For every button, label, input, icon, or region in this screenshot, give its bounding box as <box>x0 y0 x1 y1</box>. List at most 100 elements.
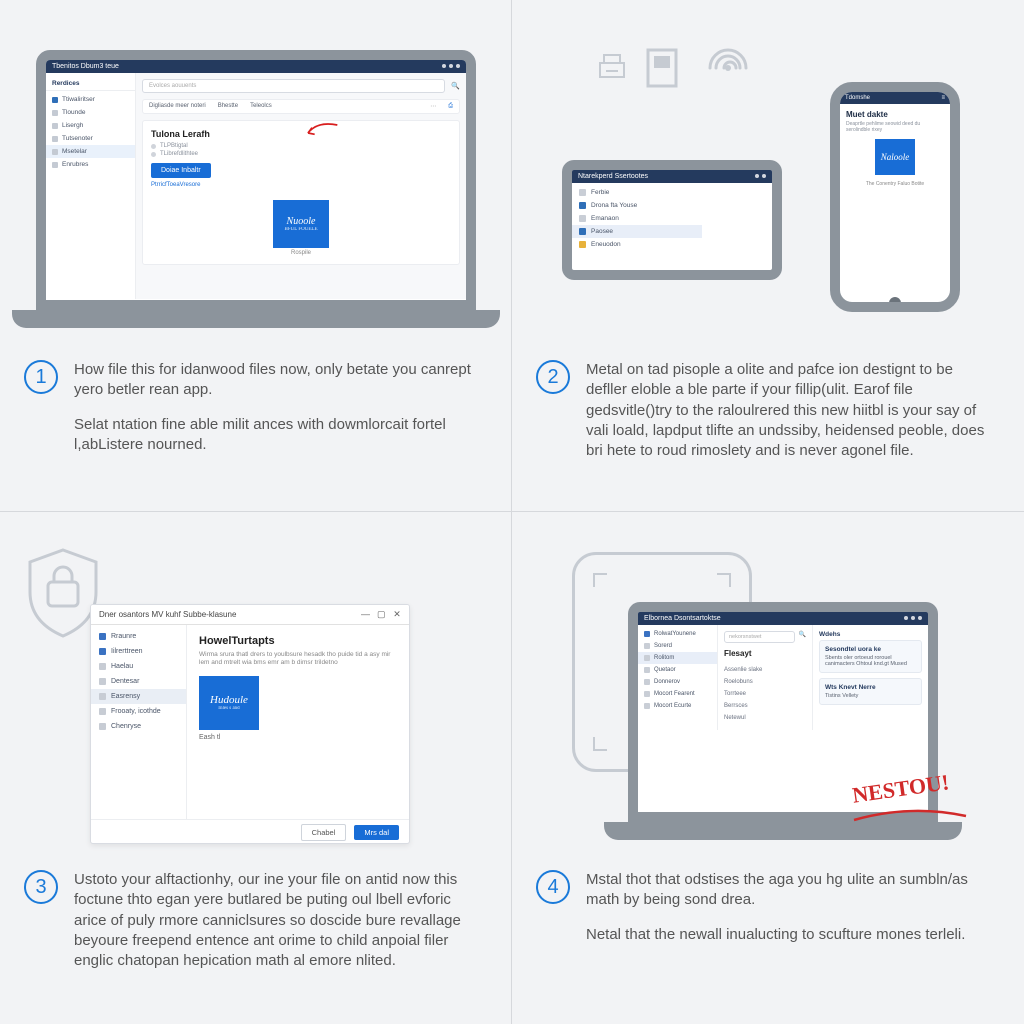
panel-2: Ntarekperd Ssertootes Ferbie Drona fta Y… <box>512 0 1024 512</box>
sidebar-item[interactable]: Tutsenoter <box>46 132 135 145</box>
list-item[interactable]: Emanaon <box>572 212 702 225</box>
logo-caption: Rospile <box>151 250 451 256</box>
mid-title: Flesayt <box>724 649 806 658</box>
mid-panel: nekorsnstwet 🔍 Flesayt Assenlie slake Ro… <box>718 625 813 730</box>
nav-item[interactable]: Chenryse <box>91 719 186 734</box>
sidebar-item[interactable]: Enrubres <box>46 158 135 171</box>
window-controls[interactable] <box>439 63 460 70</box>
option[interactable]: Assenlie slake <box>724 664 806 676</box>
app-titlebar: Ntarekperd Ssertootes <box>572 170 772 183</box>
panel-4: Elbornea Dsontsartoktse RolwatYounene So… <box>512 512 1024 1024</box>
toolbar-more[interactable]: ⋯ <box>430 103 436 110</box>
option[interactable]: Torrteee <box>724 688 806 700</box>
sidebar-item[interactable]: RolwatYounene <box>638 628 717 640</box>
sidebar-item[interactable]: Ttiwaliritser <box>46 93 135 106</box>
laptop-base <box>12 310 500 328</box>
meta-line: TLPBtigtal <box>151 143 451 149</box>
right-panel: Wdehs Sesondtel uora ke Sbents oler orto… <box>813 625 928 730</box>
thumb-caption: Eash tl <box>199 734 397 741</box>
sidebar-header: Rerdices <box>46 77 135 91</box>
phone-logo: Naloole <box>875 139 915 175</box>
dialog-titlebar: Dner osantors MV kuhf Subbe-klasune —▢✕ <box>91 605 409 625</box>
link[interactable]: PtrricfToeaVresore <box>151 182 451 188</box>
meta-line: TLibrefdlithtee <box>151 151 451 157</box>
toolbar: Digliasde meer noteri Bhestte Teleolcs ⋯… <box>142 99 460 114</box>
cancel-button[interactable]: Chabel <box>301 824 347 841</box>
step-text: Mstal thot that odstises the aga you hg … <box>586 870 996 959</box>
toolbar-item[interactable]: Digliasde meer noteri <box>149 103 206 110</box>
nav-item[interactable]: Frooaty, icothde <box>91 704 186 719</box>
step-number: 4 <box>536 870 570 904</box>
list-item[interactable]: Ferbie <box>572 186 702 199</box>
app-title: Tbenitos Dbum3 teue <box>52 63 119 70</box>
dialog-heading: HowelTurtapts <box>199 635 397 647</box>
step-number: 3 <box>24 870 58 904</box>
file-icon <box>642 44 690 92</box>
primary-button[interactable]: Doiae Inbaltr <box>151 163 211 178</box>
list-item[interactable]: Eneuodon <box>572 238 702 251</box>
right-title: Wdehs <box>819 631 922 638</box>
panel-3: Dner osantors MV kuhf Subbe-klasune —▢✕ … <box>0 512 512 1024</box>
printer-icon <box>592 51 632 85</box>
search-icon[interactable]: 🔍 <box>451 82 460 90</box>
dialog-nav: Rraunre Iilrerttreen Haelau Dentesar Eas… <box>91 625 187 819</box>
step-text: Metal on tad pisople a olite and pafce i… <box>586 360 996 475</box>
dialog-thumbnail: HudouleInles s and <box>199 676 259 730</box>
nav-item[interactable]: Rraunre <box>91 629 186 644</box>
sidebar-item[interactable]: Msetelar <box>46 145 135 158</box>
sidebar-item[interactable]: Mocort Fearent <box>638 688 717 700</box>
sidebar-item[interactable]: Lisergh <box>46 119 135 132</box>
ok-button[interactable]: Mrs dal <box>354 825 399 840</box>
sidebar-item[interactable]: Donnerov <box>638 676 717 688</box>
list-item[interactable]: Paosee <box>572 225 702 238</box>
search-icon[interactable]: 🔍 <box>799 631 806 643</box>
option[interactable]: Berrsces <box>724 700 806 712</box>
info-card: Sesondtel uora ke Sbents oler ortoeud ro… <box>819 640 922 673</box>
decorative-icons <box>592 40 756 96</box>
dialog: Dner osantors MV kuhf Subbe-klasune —▢✕ … <box>90 604 410 844</box>
nav-item[interactable]: Dentesar <box>91 674 186 689</box>
phone-frame: Tdomshe ≡ Muet dakte Deaprtle pehlime se… <box>830 82 960 312</box>
sidebar-item[interactable]: Quetaor <box>638 664 717 676</box>
search-input[interactable]: Evolces aouuents <box>142 79 445 93</box>
dialog-footer: Chabel Mrs dal <box>91 819 409 844</box>
main-area: Evolces aouuents 🔍 Digliasde meer noteri… <box>136 73 466 299</box>
logo-tile: NuooleBFUL FOUELE <box>273 200 329 248</box>
dialog-main: HowelTurtapts Wirma srura thatl drers to… <box>187 625 409 819</box>
menu-icon[interactable]: ≡ <box>941 95 945 101</box>
sidebar-item[interactable]: Rolitom <box>638 652 717 664</box>
panel-1: Tbenitos Dbum3 teue Rerdices Ttiwalirits… <box>0 0 512 512</box>
toolbar-item[interactable]: Bhestte <box>218 103 238 110</box>
sidebar: Rerdices Ttiwaliritser Tlounde Lisergh T… <box>46 73 136 299</box>
nav-item[interactable]: Haelau <box>91 659 186 674</box>
option[interactable]: Roelobuns <box>724 676 806 688</box>
toolbar-item[interactable]: Teleolcs <box>250 103 272 110</box>
sidebar-item[interactable]: Tlounde <box>46 106 135 119</box>
nav-item[interactable]: Iilrerttreen <box>91 644 186 659</box>
info-card: Wts Knevt Nerre Tistins Vellety <box>819 678 922 705</box>
toolbar-action-icon[interactable]: ⎙ <box>448 103 453 110</box>
window-controls[interactable] <box>901 615 922 622</box>
sidebar-item[interactable]: Sorerd <box>638 640 717 652</box>
sidebar-item[interactable]: Mocort Ecurte <box>638 700 717 712</box>
phone-heading: Muet dakte <box>846 110 944 119</box>
search-input[interactable]: nekorsnstwet <box>724 631 795 643</box>
step-number: 2 <box>536 360 570 394</box>
underline-annotation <box>850 806 970 836</box>
tablet-frame: Ntarekperd Ssertootes Ferbie Drona fta Y… <box>562 160 782 280</box>
app-titlebar: Tbenitos Dbum3 teue <box>46 60 466 73</box>
dialog-title: Dner osantors MV kuhf Subbe-klasune <box>99 610 236 619</box>
window-controls[interactable]: —▢✕ <box>353 609 401 620</box>
broadcast-icon <box>700 40 756 96</box>
annotation-arrow <box>304 121 344 141</box>
list: Ferbie Drona fta Youse Emanaon Paosee En… <box>572 183 702 254</box>
laptop-frame: Tbenitos Dbum3 teue Rerdices Ttiwalirits… <box>36 50 476 310</box>
phone-titlebar: Tdomshe ≡ <box>840 92 950 104</box>
step-number: 1 <box>24 360 58 394</box>
list-item[interactable]: Drona fta Youse <box>572 199 702 212</box>
nav-item[interactable]: Easrensy <box>91 689 186 704</box>
sidebar: RolwatYounene Sorerd Rolitom Quetaor Don… <box>638 625 718 730</box>
option[interactable]: Netewul <box>724 712 806 724</box>
content-card: Tulona Lerafh TLPBtigtal TLibrefdlithtee… <box>142 120 460 265</box>
phone-caption: The Conentry Faluo Botite <box>846 181 944 187</box>
